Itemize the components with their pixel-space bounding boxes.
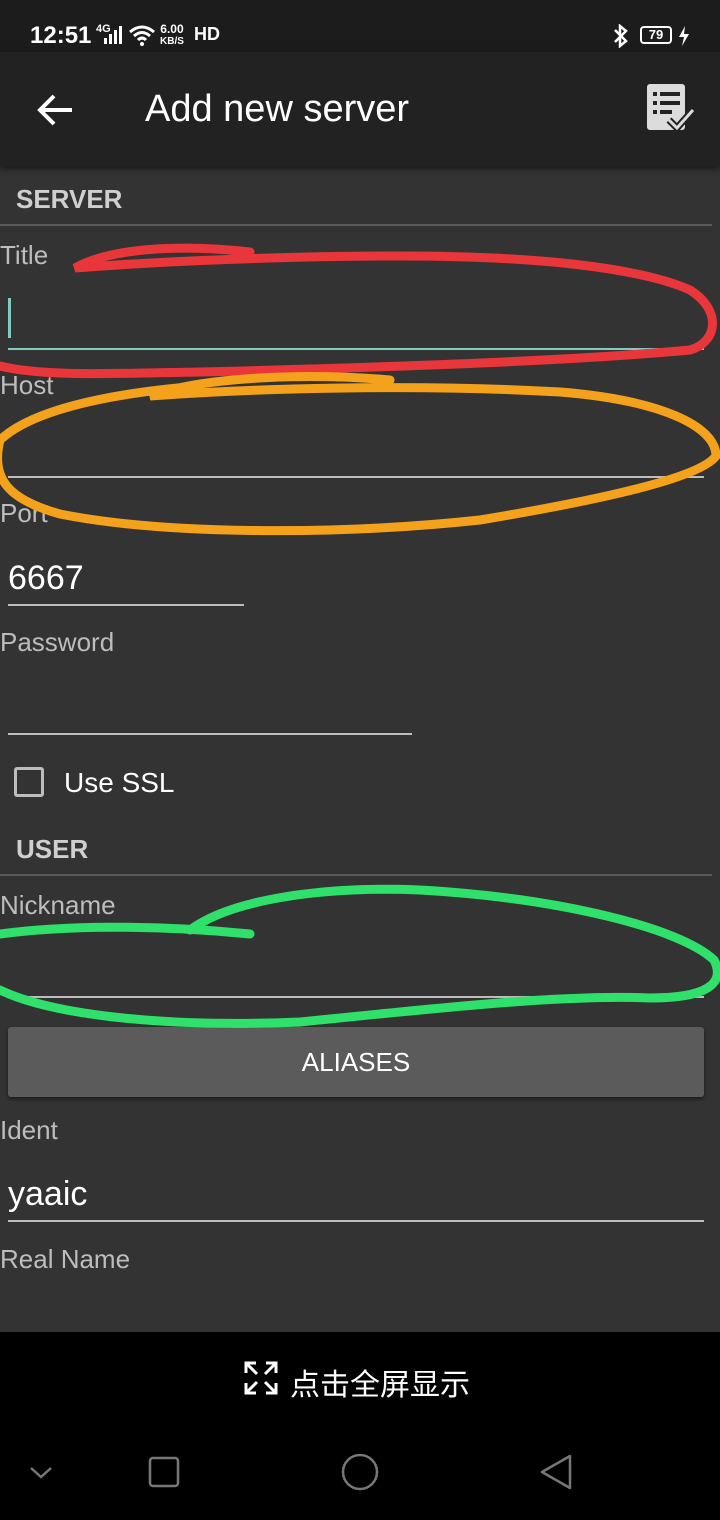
section-divider [0, 224, 712, 226]
section-divider [0, 874, 712, 876]
status-time: 12:51 [30, 22, 92, 49]
chevron-down-icon[interactable] [28, 1452, 54, 1497]
use-ssl-checkbox[interactable] [14, 767, 44, 797]
title-field[interactable] [8, 290, 704, 350]
host-field[interactable] [8, 418, 704, 478]
use-ssl-label[interactable]: Use SSL [64, 767, 175, 799]
port-value: 6667 [8, 559, 84, 597]
back-triangle-icon[interactable] [538, 1452, 574, 1497]
status-bar: 12:51 4G 6.00 KB/S HD 79 [0, 0, 720, 52]
navigation-bar [0, 1422, 720, 1520]
wifi-icon [128, 24, 156, 51]
page-title: Add new server [145, 88, 410, 130]
port-label: Port [0, 498, 48, 528]
ident-value: yaaic [8, 1175, 88, 1213]
network-speed: 6.00 KB/S [160, 22, 184, 47]
speed-value: 6.00 [160, 22, 184, 36]
charging-icon [678, 26, 690, 51]
text-cursor [8, 298, 11, 338]
annotation-scribbles [0, 243, 720, 1028]
section-header-user: USER [16, 834, 89, 864]
home-circle-icon[interactable] [340, 1452, 380, 1497]
fullscreen-bar[interactable]: 点击全屏显示 [0, 1332, 720, 1422]
bluetooth-icon [612, 23, 630, 53]
save-checklist-icon[interactable] [645, 82, 696, 139]
signal-icon [104, 26, 122, 49]
nickname-label: Nickname [0, 890, 116, 920]
password-label: Password [0, 627, 115, 657]
ident-label: Ident [0, 1115, 58, 1145]
title-label: Title [0, 240, 49, 270]
speed-unit: KB/S [160, 36, 184, 47]
port-field[interactable]: 6667 [8, 546, 244, 606]
fullscreen-expand-icon [244, 1361, 278, 1400]
hd-indicator: HD [194, 24, 220, 44]
battery-icon: 79 [640, 26, 672, 44]
ident-field[interactable]: yaaic [8, 1162, 704, 1222]
password-field[interactable] [8, 675, 412, 735]
section-header-server: SERVER [16, 184, 123, 214]
recents-square-icon[interactable] [148, 1452, 180, 1497]
battery-level: 79 [648, 27, 664, 42]
app-bar: Add new server [0, 52, 720, 166]
host-label: Host [0, 370, 54, 400]
back-arrow-icon[interactable] [36, 90, 76, 135]
realname-label: Real Name [0, 1244, 131, 1274]
nickname-field[interactable] [8, 938, 704, 998]
fullscreen-text: 点击全屏显示 [290, 1369, 470, 1402]
aliases-button[interactable]: ALIASES [8, 1027, 704, 1097]
